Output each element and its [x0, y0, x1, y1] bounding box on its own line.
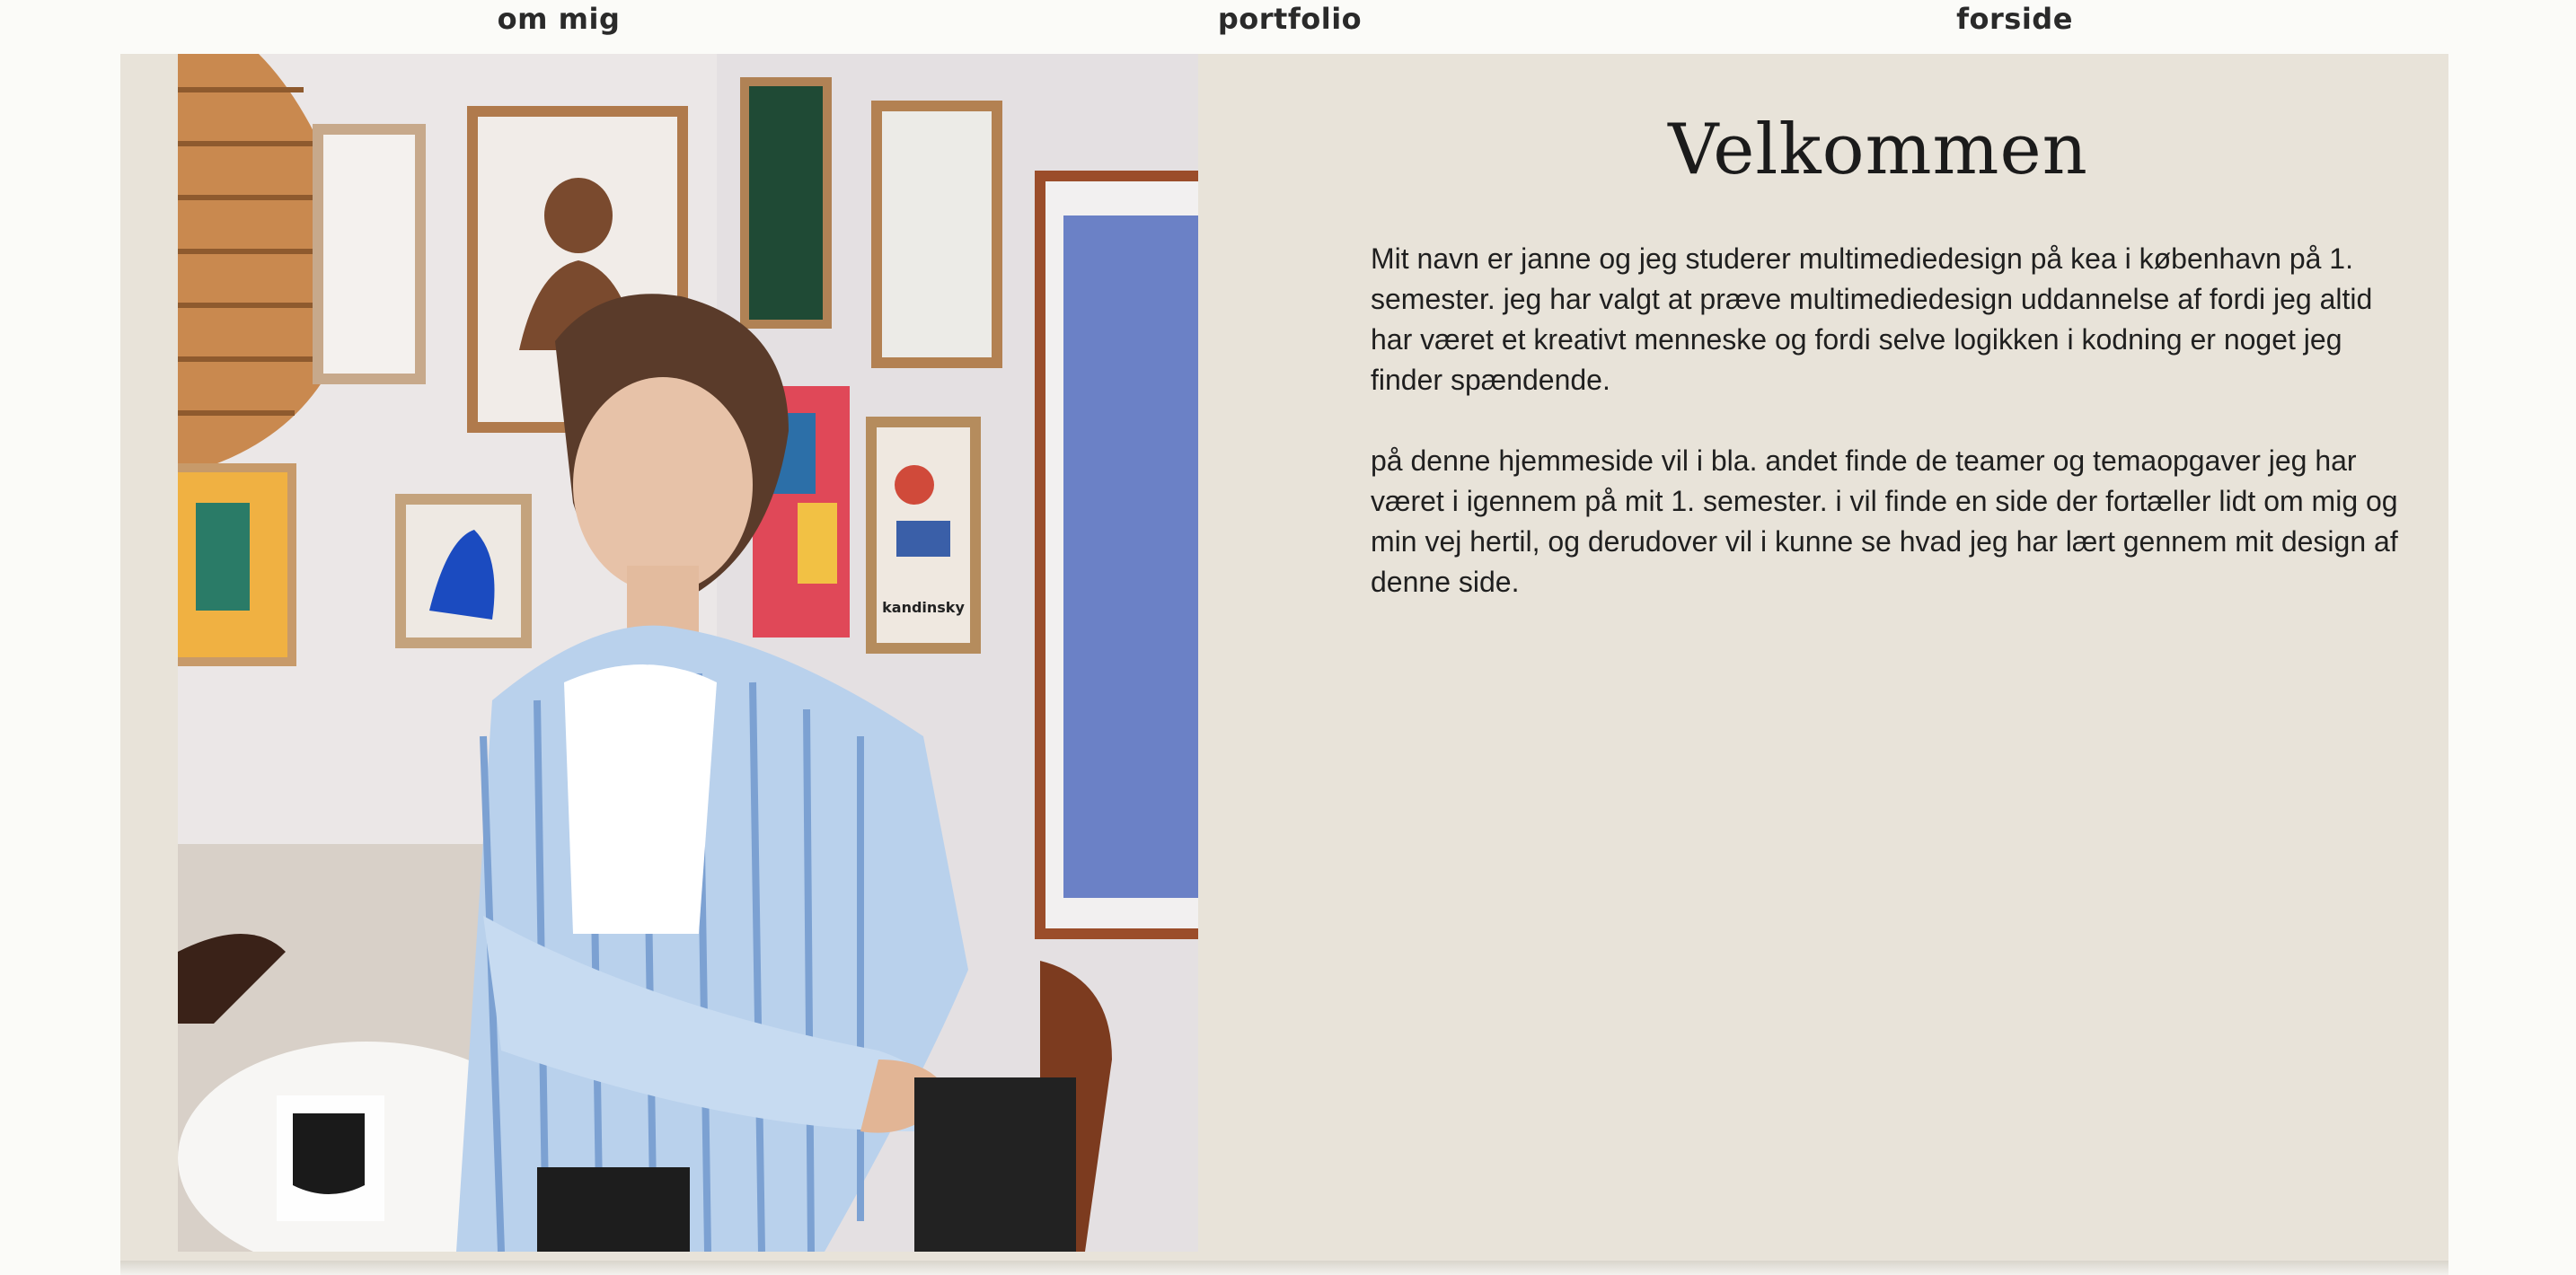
page-title: Velkommen — [1668, 110, 2088, 190]
nav-link-forside[interactable]: forside — [1956, 2, 2073, 36]
nav-link-portfolio[interactable]: portfolio — [1218, 2, 1362, 36]
profile-photo: kandinsky — [178, 54, 1198, 1252]
page-bottom-edge — [120, 1261, 2448, 1275]
top-nav: om mig portfolio forside — [0, 0, 2576, 52]
svg-text:kandinsky: kandinsky — [882, 599, 965, 616]
nav-link-om-mig[interactable]: om mig — [498, 2, 621, 36]
intro-paragraph-1: Mit navn er janne og jeg studerer multim… — [1371, 242, 2373, 396]
intro-section: Velkommen Mit navn er janne og jeg stude… — [1371, 54, 2430, 602]
main-panel: kandinsky Velkommen Mit navn er janne og… — [120, 54, 2448, 1261]
intro-paragraph-2: på denne hjemmeside vil i bla. andet fin… — [1371, 444, 2398, 598]
